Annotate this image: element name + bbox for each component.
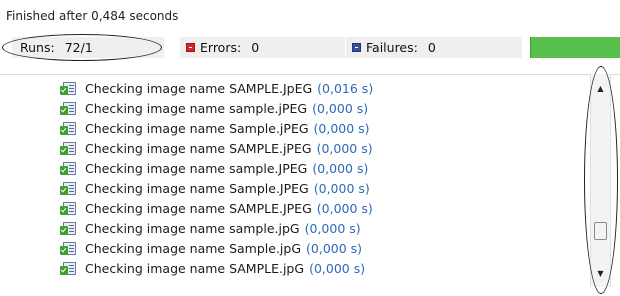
failures-value: 0 — [427, 40, 436, 55]
status-message: Finished after 0,484 seconds — [6, 9, 179, 23]
test-row[interactable]: Checking image name sample.JPEG (0,000 s) — [60, 159, 368, 177]
passed-test-icon — [60, 121, 77, 136]
test-duration: (0,000 s) — [313, 180, 370, 196]
runs-highlight-circle — [2, 34, 162, 61]
test-row[interactable]: Checking image name SAMPLE.JPEG (0,000 s) — [60, 199, 373, 217]
passed-test-icon — [60, 201, 77, 216]
test-row[interactable]: Checking image name Sample.jpG (0,000 s) — [60, 239, 362, 257]
test-duration: (0,000 s) — [309, 260, 366, 276]
test-name: Checking image name SAMPLE.JPEG — [85, 200, 312, 216]
errors-counter: Errors: 0 — [180, 37, 345, 58]
test-name: Checking image name sample.JPEG — [85, 160, 308, 176]
test-row[interactable]: Checking image name sample.jPEG (0,000 s) — [60, 99, 368, 117]
passed-test-icon — [60, 261, 77, 276]
test-name: Checking image name SAMPLE.jPEG — [85, 140, 312, 156]
test-duration: (0,000 s) — [313, 120, 370, 136]
passed-test-icon — [60, 221, 77, 236]
test-duration: (0,000 s) — [316, 200, 373, 216]
failure-icon — [352, 43, 361, 52]
passed-test-icon — [60, 81, 77, 96]
passed-test-icon — [60, 241, 77, 256]
failures-counter: Failures: 0 — [346, 37, 522, 58]
test-row[interactable]: Checking image name Sample.jPEG (0,000 s) — [60, 119, 370, 137]
test-duration: (0,000 s) — [304, 220, 361, 236]
error-icon — [186, 43, 195, 52]
test-name: Checking image name sample.jpG — [85, 220, 300, 236]
test-results-tree[interactable]: Checking image name SAMPLE.JpEG (0,016 s)… — [0, 75, 588, 296]
test-name: Checking image name Sample.jpG — [85, 240, 302, 256]
test-duration: (0,000 s) — [312, 100, 369, 116]
test-duration: (0,016 s) — [317, 80, 374, 96]
passed-test-icon — [60, 141, 77, 156]
errors-value: 0 — [251, 40, 260, 55]
passed-test-icon — [60, 101, 77, 116]
test-duration: (0,000 s) — [316, 140, 373, 156]
test-row[interactable]: Checking image name SAMPLE.jPEG (0,000 s) — [60, 139, 373, 157]
test-name: Checking image name SAMPLE.jpG — [85, 260, 305, 276]
test-duration: (0,000 s) — [312, 160, 369, 176]
test-name: Checking image name sample.jPEG — [85, 100, 308, 116]
test-row[interactable]: Checking image name Sample.JPEG (0,000 s) — [60, 179, 370, 197]
test-name: Checking image name Sample.jPEG — [85, 120, 309, 136]
passed-test-icon — [60, 161, 77, 176]
test-name: Checking image name Sample.JPEG — [85, 180, 309, 196]
test-duration: (0,000 s) — [306, 240, 363, 256]
passed-test-icon — [60, 181, 77, 196]
progress-bar — [530, 37, 620, 58]
test-name: Checking image name SAMPLE.JpEG — [85, 80, 313, 96]
test-row[interactable]: Checking image name SAMPLE.jpG (0,000 s) — [60, 259, 365, 277]
test-row[interactable]: Checking image name SAMPLE.JpEG (0,016 s) — [60, 79, 373, 97]
errors-label: Errors: — [200, 40, 242, 55]
test-row[interactable]: Checking image name sample.jpG (0,000 s) — [60, 219, 361, 237]
failures-label: Failures: — [366, 40, 418, 55]
counters-bar: Runs: 72/1 Errors: 0 Failures: 0 — [0, 33, 620, 63]
scrollbar-highlight-circle — [584, 66, 618, 294]
